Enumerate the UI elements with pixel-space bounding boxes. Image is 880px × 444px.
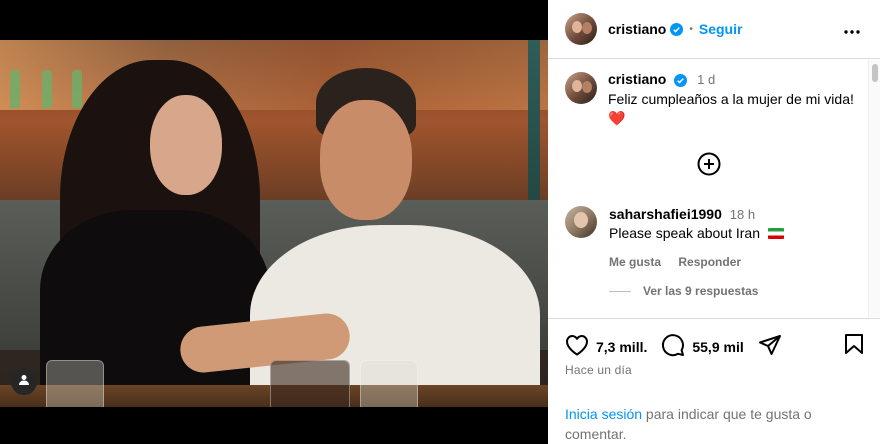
scrollbar-thumb[interactable] bbox=[872, 64, 878, 82]
more-options-button[interactable] bbox=[842, 20, 862, 40]
comment-text: Please speak about Iran bbox=[609, 225, 760, 241]
comment-item: saharshafiei1990 18 h Please speak about… bbox=[565, 205, 855, 272]
post-details-panel: cristiano • Seguir cristiano 1 d Feliz c… bbox=[548, 0, 880, 444]
commenter-avatar[interactable] bbox=[565, 206, 597, 238]
comment-button[interactable]: 55,9 mil bbox=[661, 333, 744, 360]
verified-badge-icon bbox=[670, 22, 684, 36]
post-timestamp[interactable]: Hace un día bbox=[565, 363, 632, 377]
post-caption: cristiano 1 d Feliz cumpleaños a la muje… bbox=[565, 70, 855, 128]
post-media bbox=[0, 0, 548, 444]
action-bar: 7,3 mill. 55,9 mil bbox=[565, 333, 868, 360]
post-photo bbox=[0, 40, 548, 407]
author-avatar[interactable] bbox=[565, 13, 597, 45]
caption-username[interactable]: cristiano bbox=[608, 71, 666, 87]
comment-icon bbox=[661, 333, 692, 360]
load-more-comments-button[interactable] bbox=[697, 152, 721, 181]
verified-badge-icon bbox=[674, 73, 688, 87]
replies-divider bbox=[609, 290, 631, 292]
bookmark-icon bbox=[844, 334, 864, 359]
user-tag-icon bbox=[18, 373, 30, 391]
share-button[interactable] bbox=[758, 333, 789, 360]
view-replies-button[interactable]: Ver las 9 respuestas bbox=[609, 284, 758, 298]
caption-text: Feliz cumpleaños a la mujer de mi vida! bbox=[608, 91, 854, 107]
commenter-username[interactable]: saharshafiei1990 bbox=[609, 206, 722, 222]
save-button[interactable] bbox=[844, 333, 864, 360]
comment-like-button[interactable]: Me gusta bbox=[609, 255, 661, 269]
comment-time[interactable]: 18 h bbox=[730, 207, 755, 222]
likes-count: 7,3 mill. bbox=[596, 338, 648, 355]
comments-scrollbar[interactable] bbox=[868, 60, 880, 317]
heart-icon bbox=[565, 334, 596, 359]
comments-section[interactable]: cristiano 1 d Feliz cumpleaños a la muje… bbox=[548, 60, 880, 317]
comments-count: 55,9 mil bbox=[692, 338, 744, 355]
post-footer: 7,3 mill. 55,9 mil Hace un día Inicia se… bbox=[548, 318, 880, 444]
share-icon bbox=[758, 333, 789, 360]
login-prompt: Inicia sesión para indicar que te gusta … bbox=[565, 404, 865, 444]
iran-flag-emoji bbox=[767, 228, 784, 239]
author-username[interactable]: cristiano bbox=[608, 21, 666, 37]
caption-avatar[interactable] bbox=[565, 72, 597, 104]
add-circle-icon bbox=[697, 152, 721, 181]
more-options-icon bbox=[844, 21, 860, 39]
comment-reply-button[interactable]: Responder bbox=[678, 255, 741, 269]
follow-button[interactable]: Seguir bbox=[699, 21, 743, 37]
tagged-users-button[interactable] bbox=[11, 369, 37, 395]
header-separator: • bbox=[689, 23, 693, 35]
caption-time[interactable]: 1 d bbox=[697, 72, 715, 87]
like-button[interactable]: 7,3 mill. bbox=[565, 334, 647, 359]
caption-emoji: ❤️ bbox=[608, 110, 626, 126]
post-header: cristiano • Seguir bbox=[548, 0, 880, 59]
view-replies-label: Ver las 9 respuestas bbox=[643, 284, 759, 298]
login-link[interactable]: Inicia sesión bbox=[565, 406, 642, 422]
